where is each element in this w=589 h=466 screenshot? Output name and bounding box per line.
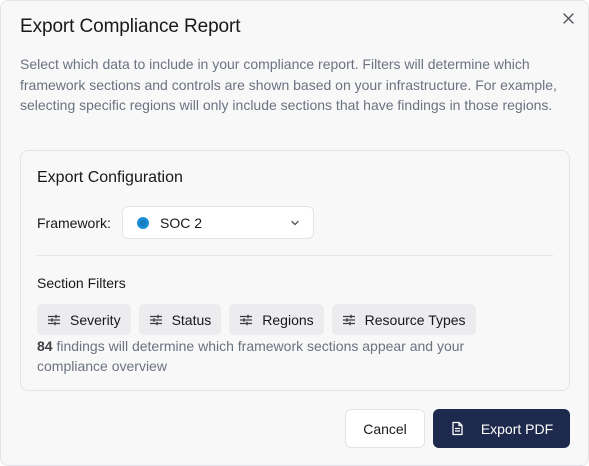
- export-pdf-label: Export PDF: [480, 420, 554, 437]
- close-icon: [562, 12, 574, 24]
- section-divider: [37, 255, 553, 256]
- filter-regions-button[interactable]: Regions: [229, 304, 324, 335]
- export-configuration-title: Export Configuration: [37, 169, 183, 186]
- document-icon: [452, 421, 463, 436]
- close-button[interactable]: [560, 10, 576, 26]
- framework-label: Framework:: [37, 215, 111, 231]
- soc2-logo-icon: [137, 216, 149, 229]
- export-configuration-card: Export Configuration Framework: SOC 2 Se…: [20, 150, 570, 391]
- filter-severity-label: Severity: [70, 311, 121, 328]
- sliders-icon: [149, 314, 162, 325]
- filter-resource-types-label: Resource Types: [364, 311, 466, 328]
- framework-select-value: SOC 2: [160, 214, 203, 231]
- filter-status-button[interactable]: Status: [138, 304, 222, 335]
- framework-select[interactable]: SOC 2: [122, 206, 314, 239]
- export-pdf-button[interactable]: Export PDF: [433, 409, 570, 448]
- section-filter-chips: Severity Status Regions Resource Types: [37, 304, 476, 335]
- findings-summary: 84 findings will determine which framewo…: [37, 336, 537, 376]
- filter-resource-types-button[interactable]: Resource Types: [331, 304, 476, 335]
- sliders-icon: [342, 314, 355, 325]
- findings-count: 84: [37, 338, 53, 354]
- dialog-title: Export Compliance Report: [20, 16, 241, 37]
- section-filters-title: Section Filters: [37, 275, 126, 291]
- filter-status-label: Status: [171, 311, 212, 328]
- sliders-icon: [48, 314, 60, 325]
- cancel-button[interactable]: Cancel: [345, 409, 425, 448]
- chevron-down-icon: [291, 220, 299, 225]
- filter-severity-button[interactable]: Severity: [37, 304, 131, 335]
- findings-text: findings will determine which framework …: [37, 338, 465, 374]
- filter-regions-label: Regions: [262, 311, 314, 328]
- export-compliance-dialog: Export Compliance Report Select which da…: [0, 0, 589, 466]
- sliders-icon: [240, 314, 253, 325]
- dialog-description: Select which data to include in your com…: [20, 56, 557, 113]
